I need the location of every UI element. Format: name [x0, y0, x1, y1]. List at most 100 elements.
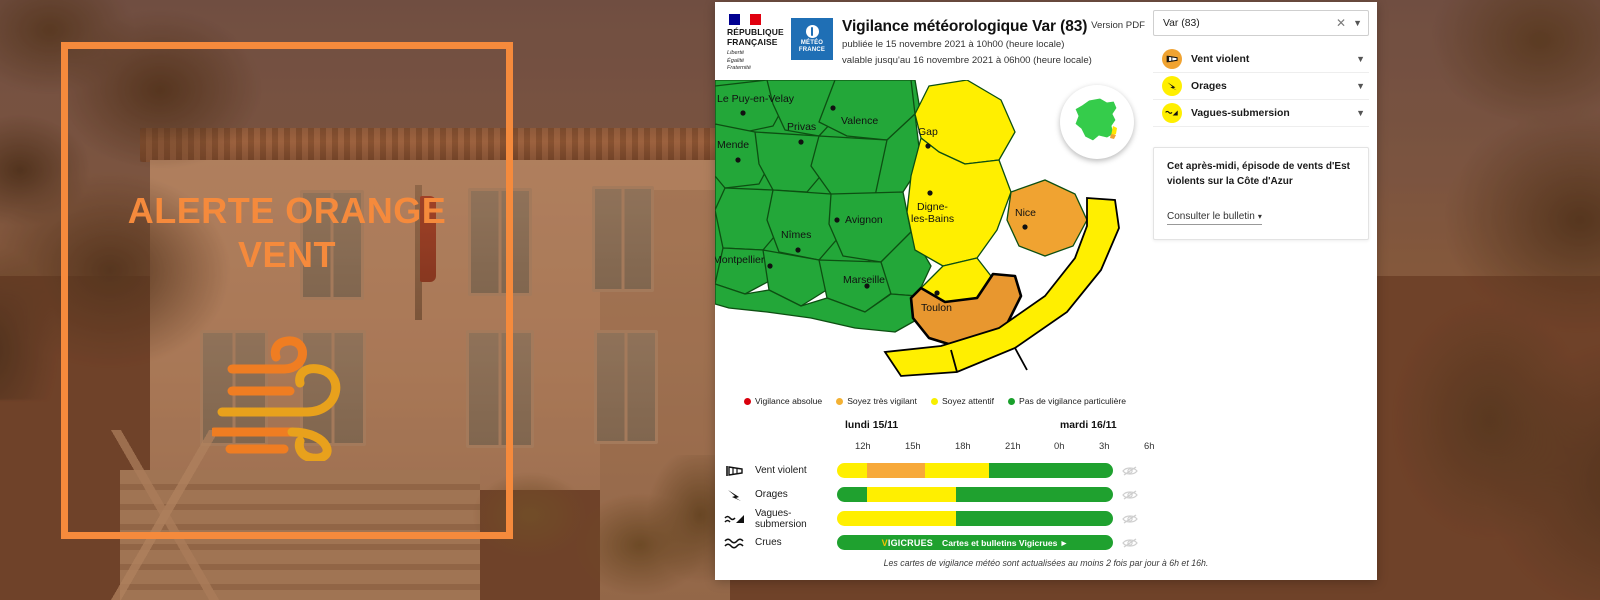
- wind-icon: [209, 329, 362, 466]
- svg-text:Nice: Nice: [1015, 207, 1036, 219]
- map-legend: Vigilance absolue Soyez très vigilant So…: [715, 396, 1155, 406]
- panel-controls: Var (83) ✕ ▼ Vent violent ▼ Orages ▼ Vag…: [1153, 10, 1369, 240]
- flood-waves-icon: [715, 536, 755, 550]
- svg-text:Le Puy-en-Velay: Le Puy-en-Velay: [717, 93, 795, 105]
- timeline-bar-vent[interactable]: [837, 463, 1113, 478]
- hazard-item-vagues-submersion[interactable]: Vagues-submersion ▼: [1153, 100, 1369, 127]
- france-mini-map-icon: [1074, 97, 1118, 142]
- eye-off-icon[interactable]: [1113, 489, 1147, 501]
- svg-text:Mende: Mende: [717, 139, 749, 151]
- svg-text:Avignon: Avignon: [845, 214, 883, 226]
- hazard-item-vent-violent[interactable]: Vent violent ▼: [1153, 46, 1369, 73]
- legend-dot-orange: [836, 397, 844, 405]
- timeline-days: lundi 15/11 mardi 16/11: [715, 420, 1377, 440]
- vigicrues-overlay[interactable]: VIGICRUES Cartes et bulletins Vigicrues …: [837, 535, 1113, 550]
- timeline-hours: 12h 15h 18h 21h 0h 3h 6h: [715, 440, 1377, 458]
- legend-label: Soyez attentif: [941, 396, 995, 406]
- legend-label: Soyez très vigilant: [847, 396, 917, 406]
- eye-off-icon[interactable]: [1113, 465, 1147, 477]
- svg-text:Toulon: Toulon: [921, 302, 952, 314]
- france-overview-map[interactable]: [1060, 85, 1134, 159]
- timeline-row-label: Crues: [755, 537, 782, 548]
- alert-title-line2: VENT: [237, 233, 336, 275]
- waves-submersion-icon: [1162, 103, 1182, 123]
- legend-label: Vigilance absolue: [754, 396, 823, 406]
- chevron-down-icon[interactable]: ▼: [1356, 108, 1365, 118]
- svg-text:les-Bains: les-Bains: [911, 213, 954, 225]
- windsock-icon: [715, 464, 755, 478]
- update-footnote: Les cartes de vigilance météo sont actua…: [883, 558, 1209, 568]
- timeline-bar-vagues[interactable]: [837, 511, 1113, 526]
- legend-dot-yellow: [930, 397, 938, 405]
- timeline-hour: 3h: [1099, 440, 1110, 451]
- svg-text:Nîmes: Nîmes: [781, 229, 811, 241]
- chevron-down-icon[interactable]: ▼: [1353, 18, 1362, 28]
- svg-text:Montpellier: Montpellier: [715, 254, 765, 266]
- french-flag-icon: [729, 14, 762, 25]
- lightning-icon: [715, 488, 755, 502]
- version-pdf-link[interactable]: Version PDF: [1091, 20, 1145, 31]
- waves-submersion-icon: [715, 512, 755, 526]
- timeline-hour: 21h: [1005, 440, 1021, 451]
- chevron-down-icon[interactable]: ▼: [1356, 81, 1365, 91]
- hazard-list: Vent violent ▼ Orages ▼ Vagues-submersio…: [1153, 46, 1369, 127]
- alert-title: ALERTE ORANGE VENT: [128, 189, 447, 277]
- timeline-day-tuesday: mardi 16/11: [1060, 420, 1117, 431]
- consult-bulletin-link[interactable]: Consulter le bulletin ▾: [1167, 211, 1262, 225]
- department-select-value: Var (83): [1163, 17, 1200, 29]
- legend-dot-green: [1008, 397, 1016, 405]
- chevron-down-icon: ▾: [1257, 212, 1262, 221]
- timeline-hour: 0h: [1054, 440, 1065, 451]
- timeline-row: Orages: [715, 484, 1377, 505]
- timeline-hour: 15h: [905, 440, 921, 451]
- department-select[interactable]: Var (83) ✕ ▼: [1153, 10, 1369, 36]
- vigicrues-logo: VIGICRUES: [882, 538, 933, 548]
- timeline-hour: 12h: [855, 440, 871, 451]
- timeline-bar-crues[interactable]: VIGICRUES Cartes et bulletins Vigicrues …: [837, 535, 1113, 550]
- eye-off-icon[interactable]: [1113, 537, 1147, 549]
- svg-text:Digne-: Digne-: [917, 201, 948, 213]
- motto-liberte: Liberté: [727, 50, 745, 57]
- svg-text:Valence: Valence: [841, 115, 878, 127]
- timeline-bar-orages[interactable]: [837, 487, 1113, 502]
- screenshot-root: ALERTE ORANGE VENT RÉPUBLIQUE FRANÇAISE …: [0, 0, 1600, 600]
- hazard-label: Orages: [1191, 80, 1227, 92]
- vigilance-timeline: lundi 15/11 mardi 16/11 12h 15h 18h 21h …: [715, 420, 1377, 556]
- hazard-label: Vent violent: [1191, 53, 1250, 65]
- legend-item: Soyez attentif: [930, 396, 995, 406]
- bulletin-text: Cet après-midi, épisode de vents d'Est v…: [1167, 161, 1350, 187]
- motto-fraternite: Fraternité: [727, 65, 751, 72]
- svg-text:Gap: Gap: [918, 126, 938, 138]
- meteo-france-logo: MÉTÉO FRANCE: [791, 18, 833, 60]
- windsock-icon: [1162, 49, 1182, 69]
- hazard-item-orages[interactable]: Orages ▼: [1153, 73, 1369, 100]
- vigilance-map[interactable]: Le Puy-en-Velay Privas Valence Mende Gap…: [715, 80, 1155, 398]
- chevron-down-icon[interactable]: ▼: [1356, 54, 1365, 64]
- alert-title-line1: ALERTE ORANGE: [127, 190, 447, 231]
- timeline-row-label: Vent violent: [755, 465, 807, 476]
- close-icon[interactable]: ✕: [1336, 17, 1346, 29]
- vigilance-panel: RÉPUBLIQUE FRANÇAISE Liberté Égalité Fra…: [715, 2, 1377, 580]
- svg-text:Privas: Privas: [787, 121, 816, 133]
- timeline-day-monday: lundi 15/11: [845, 420, 899, 431]
- lightning-icon: [1162, 76, 1182, 96]
- timeline-row-label: Vagues-submersion: [755, 507, 807, 530]
- legend-dot-red: [743, 397, 751, 405]
- bulletin-card: Cet après-midi, épisode de vents d'Est v…: [1153, 147, 1369, 240]
- legend-item: Soyez très vigilant: [836, 396, 917, 406]
- legend-item: Vigilance absolue: [743, 396, 823, 406]
- timeline-rows: Vent violent Orages Vagues-submersion Cr…: [715, 460, 1377, 553]
- hazard-label: Vagues-submersion: [1191, 107, 1290, 119]
- legend-label: Pas de vigilance particulière: [1019, 396, 1127, 406]
- vigicrues-link[interactable]: Cartes et bulletins Vigicrues ►: [942, 538, 1068, 548]
- motto-egalite: Égalité: [727, 57, 745, 64]
- meteo-logo-line2: FRANCE: [798, 46, 826, 53]
- timeline-hour: 18h: [955, 440, 971, 451]
- eye-off-icon[interactable]: [1113, 513, 1147, 525]
- republic-line2: FRANÇAISE: [727, 36, 778, 47]
- timeline-row: Vent violent: [715, 460, 1377, 481]
- vigicrues-logo-rest: IGICRUES: [887, 537, 933, 548]
- republique-francaise-logo: RÉPUBLIQUE FRANÇAISE Liberté Égalité Fra…: [727, 14, 789, 73]
- alert-frame: ALERTE ORANGE VENT: [61, 42, 513, 539]
- consult-bulletin-label: Consulter le bulletin: [1167, 211, 1255, 222]
